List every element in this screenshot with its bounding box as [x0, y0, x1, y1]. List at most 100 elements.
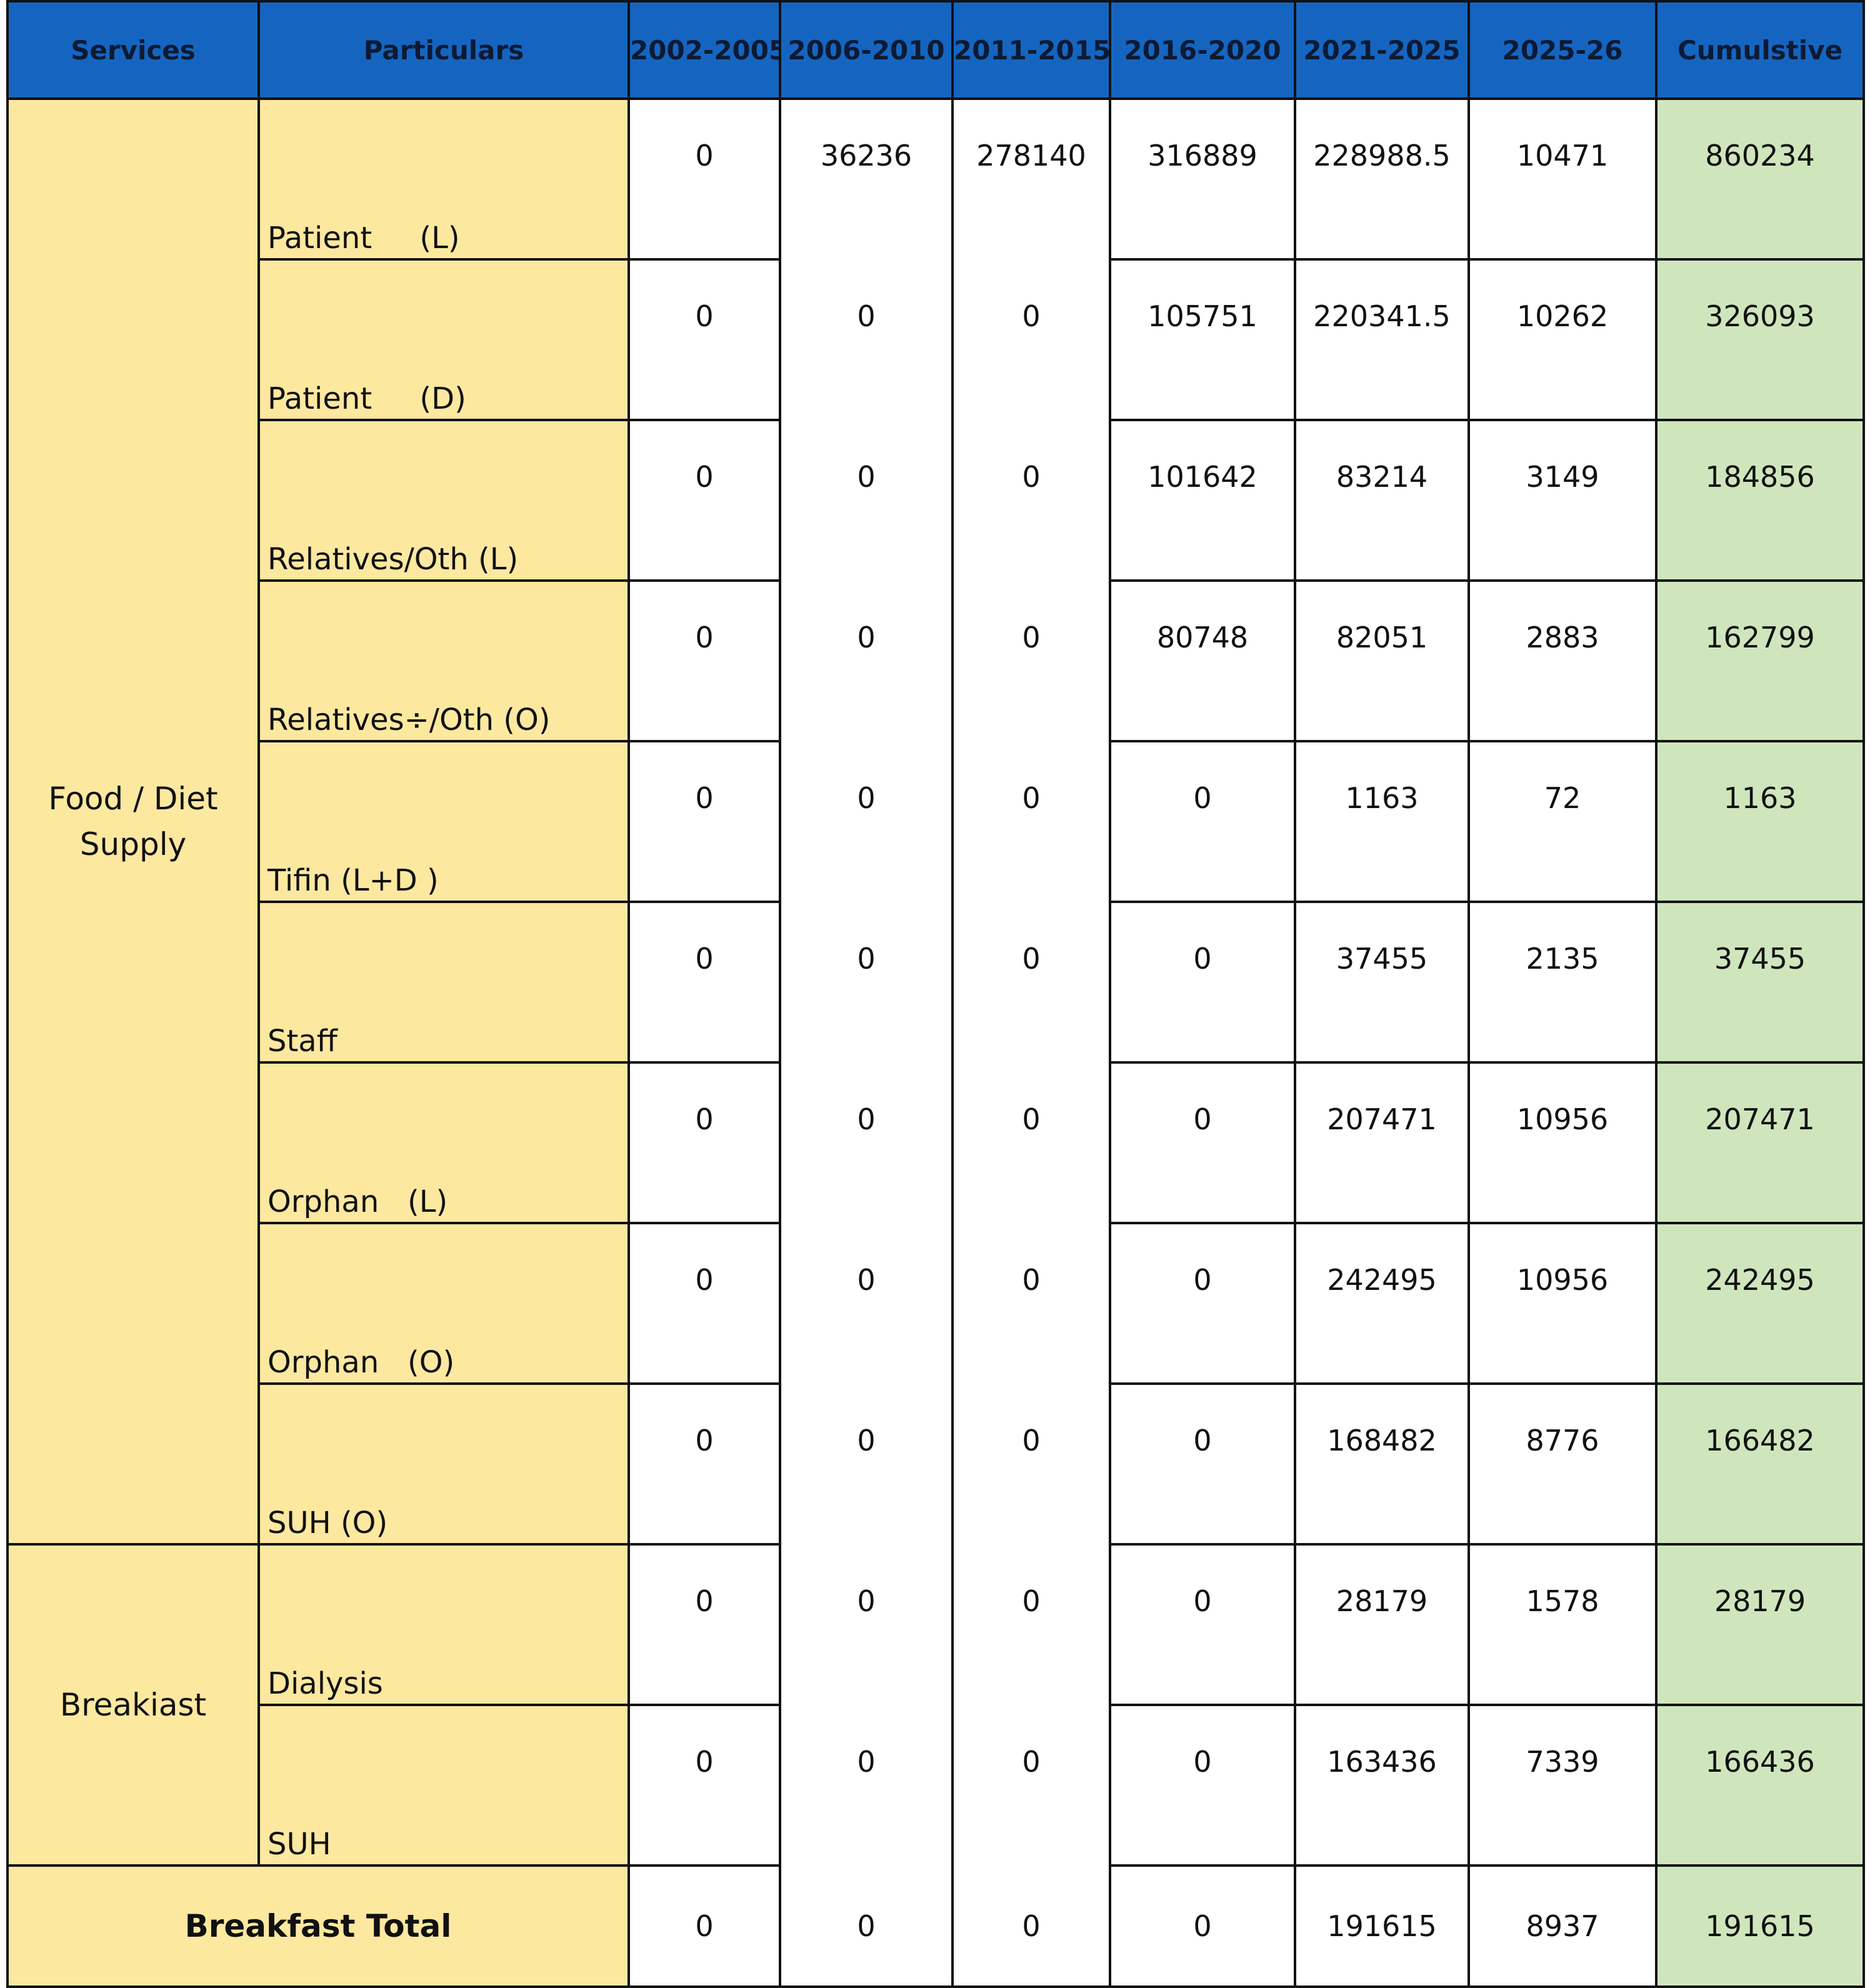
value-cell: 36236 — [779, 99, 954, 259]
total-label: Breakfast Total — [6, 1864, 630, 1988]
value-cell: 82051 — [1294, 579, 1470, 742]
value-cell: 0 — [628, 579, 781, 742]
header-row: Services Particulars 2002-2005 2006-2010 201… — [6, 0, 1865, 100]
column-header: 2002-2005 — [628, 0, 781, 100]
table-row: Relatives÷/Oth (O) 0 0 0 80748 82051 2883 16279… — [8, 579, 1865, 742]
cumulative-cell: 184856 — [1655, 419, 1865, 582]
column-header: 2011-2015 — [951, 0, 1111, 100]
cumulative-cell: 166482 — [1655, 1382, 1865, 1546]
value-cell: 0 — [779, 902, 954, 1062]
value-cell: 80748 — [1109, 579, 1296, 742]
value-cell: 0 — [951, 1223, 1111, 1384]
service-breakfast: Breakiast — [6, 1543, 260, 1867]
particular-label: SUH — [258, 1704, 630, 1867]
total-value-cell: 0 — [951, 1864, 1111, 1988]
column-header: 2016-2020 — [1109, 0, 1296, 100]
cumulative-cell: 28179 — [1655, 1543, 1865, 1706]
particular-label: Orphan (L) — [258, 1061, 630, 1224]
value-cell: 0 — [779, 1544, 954, 1705]
value-cell: 37455 — [1294, 901, 1470, 1064]
value-cell: 0 — [628, 1704, 781, 1867]
value-cell: 0 — [1109, 740, 1296, 903]
particular-label: Relatives÷/Oth (O) — [258, 579, 630, 742]
column-header: Services — [6, 0, 260, 100]
column-header: Cumulstive — [1655, 0, 1865, 100]
value-cell: 228988.5 — [1294, 97, 1470, 261]
value-cell: 163436 — [1294, 1704, 1470, 1867]
cumulative-cell: 166436 — [1655, 1704, 1865, 1867]
value-cell: 0 — [779, 581, 954, 741]
value-cell: 0 — [779, 1062, 954, 1223]
value-cell: 10956 — [1468, 1061, 1658, 1224]
value-cell: 0 — [628, 258, 781, 421]
data-table: Services Particulars 2002-2005 2006-2010 201… — [6, 0, 1865, 1988]
value-cell: 0 — [951, 1062, 1111, 1223]
cumulative-cell: 1163 — [1655, 740, 1865, 903]
value-cell: 10956 — [1468, 1222, 1658, 1385]
cumulative-cell: 207471 — [1655, 1061, 1865, 1224]
value-cell: 3149 — [1468, 419, 1658, 582]
value-cell: 0 — [951, 902, 1111, 1062]
value-cell: 0 — [628, 901, 781, 1064]
table-row: Tifin (L+D ) 0 0 0 0 1163 72 1163 — [8, 740, 1865, 903]
cumulative-cell: 326093 — [1655, 258, 1865, 421]
value-cell: 1163 — [1294, 740, 1470, 903]
value-cell: 1578 — [1468, 1543, 1658, 1706]
value-cell: 7339 — [1468, 1704, 1658, 1867]
value-cell: 0 — [1109, 1222, 1296, 1385]
cumulative-cell: 162799 — [1655, 579, 1865, 742]
value-cell: 8776 — [1468, 1382, 1658, 1546]
value-cell: 0 — [1109, 1382, 1296, 1546]
value-cell: 0 — [1109, 1543, 1296, 1706]
value-cell: 28179 — [1294, 1543, 1470, 1706]
total-value-cell: 191615 — [1294, 1864, 1470, 1988]
value-cell: 0 — [628, 740, 781, 903]
cumulative-cell: 37455 — [1655, 901, 1865, 1064]
cumulative-cell: 860234 — [1655, 97, 1865, 261]
value-cell: 0 — [951, 420, 1111, 581]
table-row: Staff 0 0 0 0 37455 2135 37455 — [8, 901, 1865, 1064]
column-header: Particulars — [258, 0, 630, 100]
table-row: Food / Diet Supply Patient (L) 0 36236 27814… — [6, 97, 1865, 1546]
value-cell: 0 — [628, 1222, 781, 1385]
value-cell: 0 — [779, 259, 954, 420]
value-cell: 316889 — [1109, 97, 1296, 261]
column-header: 2025-26 — [1468, 0, 1658, 100]
value-cell: 0 — [951, 1384, 1111, 1544]
table-row: Relatives/Oth (L) 0 0 0 101642 83214 3149 18485… — [8, 419, 1865, 582]
table-row: SUH 0 0 0 0 163436 7339 166436 — [8, 1704, 1865, 1867]
value-cell: 0 — [628, 419, 781, 582]
value-cell: 278140 — [951, 99, 1111, 259]
total-value-cell: 0 — [628, 1864, 781, 1988]
value-cell: 0 — [628, 1061, 781, 1224]
value-cell: 0 — [951, 1544, 1111, 1705]
particular-label: Orphan (O) — [258, 1222, 630, 1385]
value-cell: 10262 — [1468, 258, 1658, 421]
column-header: 2021-2025 — [1294, 0, 1470, 100]
value-cell: 242495 — [1294, 1222, 1470, 1385]
column-header: 2006-2010 — [779, 0, 954, 100]
value-cell: 0 — [951, 741, 1111, 902]
value-cell: 0 — [951, 1705, 1111, 1866]
value-cell: 83214 — [1294, 419, 1470, 582]
table-row: Patient (D) 0 0 0 105751 220341.5 10262 326093 — [8, 258, 1865, 421]
value-cell: 0 — [628, 1543, 781, 1706]
value-cell: 0 — [779, 1705, 954, 1866]
value-cell: 0 — [779, 1384, 954, 1544]
value-cell: 0 — [779, 420, 954, 581]
value-cell: 0 — [951, 581, 1111, 741]
cumulative-cell: 242495 — [1655, 1222, 1865, 1385]
value-cell: 105751 — [1109, 258, 1296, 421]
particular-label: Staff — [258, 901, 630, 1064]
total-row: Breakfast Total 0 0 0 0 191615 8937 191615 — [6, 1864, 1865, 1988]
value-cell: 168482 — [1294, 1382, 1470, 1546]
particular-label: Patient (L) — [258, 97, 630, 261]
particular-label: Patient (D) — [258, 258, 630, 421]
value-cell: 0 — [779, 1223, 954, 1384]
table-row: Breakiast Dialysis 0 0 0 0 28179 1578 28179 — [6, 1543, 1865, 1867]
table-body: Food / Diet Supply Patient (L) 0 36236 27814… — [6, 97, 1865, 1988]
value-cell: 0 — [628, 97, 781, 261]
value-cell: 72 — [1468, 740, 1658, 903]
table-row: SUH (O) 0 0 0 0 168482 8776 166482 — [8, 1382, 1865, 1546]
value-cell: 0 — [779, 741, 954, 902]
